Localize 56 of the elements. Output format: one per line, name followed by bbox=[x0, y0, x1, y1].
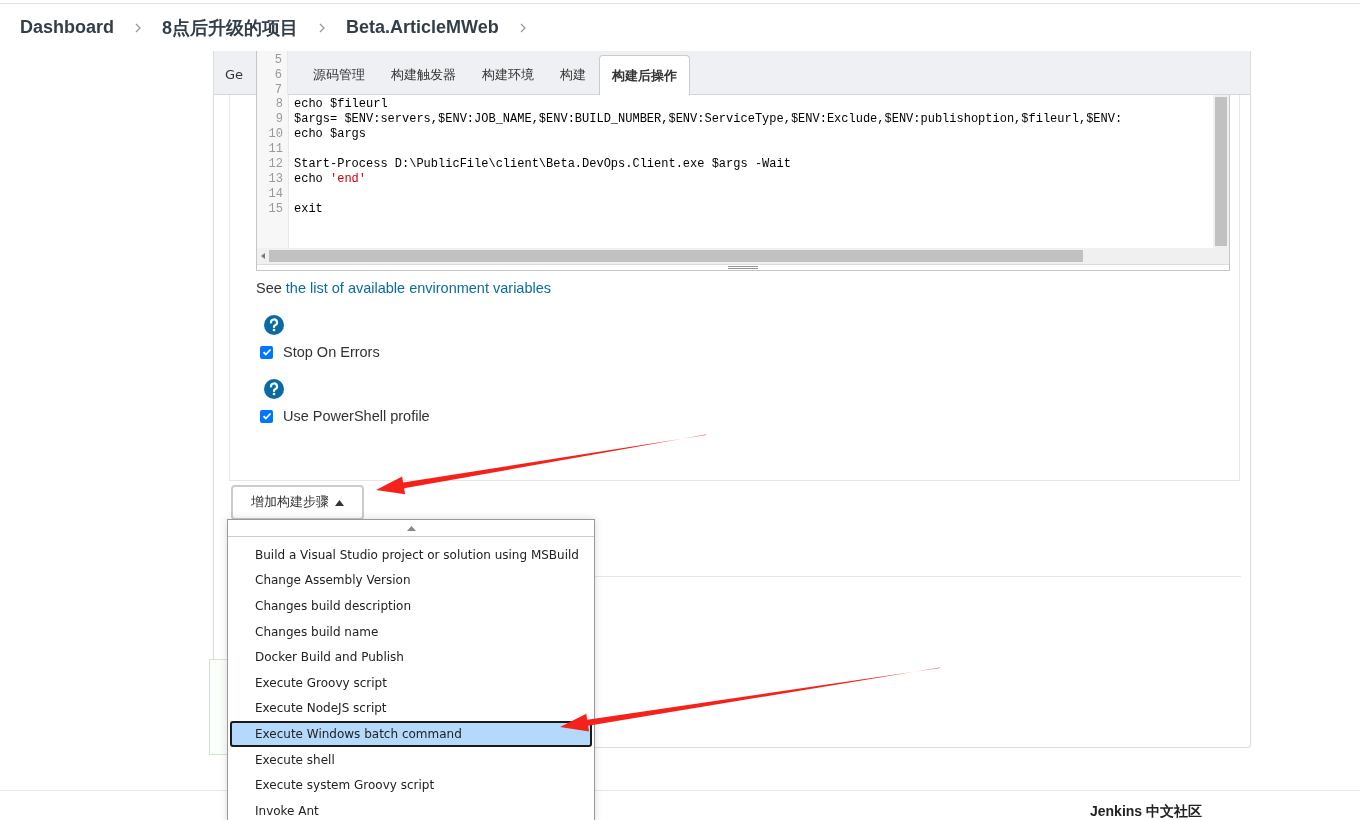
menu-item[interactable]: Execute shell bbox=[230, 746, 592, 773]
checkbox[interactable] bbox=[260, 345, 273, 359]
option-label: Stop On Errors bbox=[283, 344, 380, 360]
help-icon[interactable] bbox=[264, 379, 284, 399]
line-number: 5 bbox=[273, 53, 283, 68]
code-line: Start-Process D:\PublicFile\client\Beta.DevOps.Client.exe $args -Wait bbox=[294, 157, 791, 171]
chevron-icon bbox=[135, 22, 142, 33]
footer-link[interactable]: Jenkins 中文社区 bbox=[1089, 803, 1202, 820]
code-line: echo $fileurl bbox=[294, 97, 388, 111]
line-number: 7 bbox=[273, 83, 283, 98]
config-tab[interactable]: 构建触发器 bbox=[378, 56, 469, 92]
breadcrumb-link[interactable]: Beta.ArticleMWeb bbox=[346, 17, 499, 38]
resize-handle[interactable] bbox=[257, 264, 1229, 270]
chevron-icon bbox=[519, 22, 526, 33]
code-line: echo 'end' bbox=[294, 172, 367, 186]
config-tab[interactable]: 构建后操作 bbox=[599, 55, 690, 95]
code-editor[interactable] bbox=[256, 95, 1230, 271]
code-line: echo $args bbox=[294, 127, 366, 141]
menu-item[interactable]: Execute NodeJS script bbox=[230, 695, 592, 722]
breadcrumb-link[interactable]: Dashboard bbox=[20, 17, 115, 38]
caret-icon bbox=[335, 499, 344, 506]
code-line: exit bbox=[294, 202, 323, 216]
config-tab[interactable]: 构建环境 bbox=[469, 56, 547, 92]
breadcrumb-link[interactable]: 8点后升级的项目 bbox=[162, 15, 299, 40]
line-number: 12 bbox=[267, 157, 284, 172]
menu-item[interactable]: Invoke Ant bbox=[230, 797, 592, 820]
env-hint-text: See the list of available environment variables bbox=[256, 280, 552, 296]
line-number: 8 bbox=[274, 97, 284, 112]
vertical-scrollbar[interactable] bbox=[1213, 95, 1229, 248]
add-build-step-button[interactable]: 增加构建步骤 bbox=[231, 485, 364, 520]
menu-item[interactable]: Execute Windows batch command bbox=[230, 721, 592, 747]
line-number: 14 bbox=[267, 187, 284, 202]
menu-item[interactable]: Build a Visual Studio project or solution using MSBuild bbox=[230, 542, 592, 568]
horizontal-scrollbar[interactable] bbox=[257, 248, 1229, 264]
help-icon[interactable] bbox=[264, 315, 284, 335]
line-number: 9 bbox=[274, 112, 284, 127]
line-number: 11 bbox=[267, 142, 284, 157]
checkbox[interactable] bbox=[260, 409, 273, 423]
line-number: 15 bbox=[267, 202, 284, 217]
env-variables-link[interactable]: the list of available environment variables bbox=[285, 280, 551, 296]
code-line: $args= $ENV:servers,$ENV:JOB_NAME,$ENV:BUILD_NUMBER,$ENV:ServiceType,$ENV:Exclude,$ENV:publishoption,$fileurl,$ENV: bbox=[294, 112, 1123, 126]
menu-item[interactable]: Changes build name bbox=[230, 618, 592, 645]
menu-item[interactable]: Change Assembly Version bbox=[230, 567, 592, 594]
menu-item[interactable]: Execute Groovy script bbox=[230, 669, 592, 696]
line-number: 6 bbox=[273, 68, 283, 83]
scroll-left-icon[interactable] bbox=[261, 253, 265, 259]
config-tab[interactable]: 构建 bbox=[547, 56, 599, 92]
line-number: 13 bbox=[267, 172, 284, 187]
config-tab[interactable]: 源码管理 bbox=[300, 56, 378, 92]
line-number: 10 bbox=[267, 127, 284, 142]
option-label: Use PowerShell profile bbox=[283, 408, 430, 424]
chevron-icon bbox=[319, 22, 326, 33]
menu-item[interactable]: Docker Build and Publish bbox=[230, 644, 592, 670]
menu-item[interactable]: Execute system Groovy script bbox=[230, 772, 592, 798]
menu-item[interactable]: Changes build description bbox=[230, 593, 592, 619]
caret-icon bbox=[406, 525, 416, 531]
